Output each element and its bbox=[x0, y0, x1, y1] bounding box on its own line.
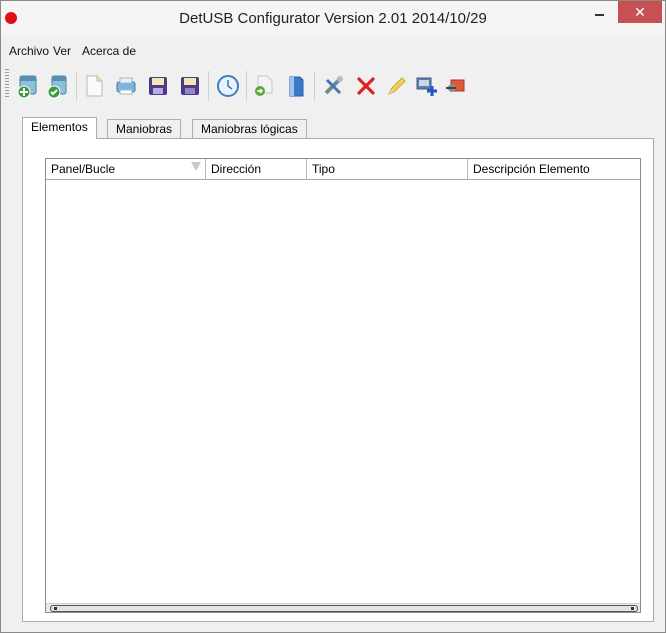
close-button[interactable]: ✕ bbox=[618, 1, 662, 23]
menu-ver[interactable]: Ver bbox=[53, 44, 71, 58]
column-header-panel-bucle[interactable]: Panel/Bucle bbox=[46, 159, 206, 179]
menu-acerca-de[interactable]: Acerca de bbox=[82, 44, 136, 58]
add-element-icon[interactable] bbox=[413, 73, 439, 99]
toolbar bbox=[1, 63, 665, 105]
save-icon[interactable] bbox=[145, 73, 171, 99]
save-as-icon[interactable] bbox=[177, 73, 203, 99]
new-file-icon[interactable] bbox=[81, 73, 107, 99]
connect-device-icon[interactable] bbox=[15, 73, 41, 99]
table-header: Panel/Bucle Dirección Tipo Descripción E… bbox=[46, 159, 640, 180]
menu-archivo[interactable]: Archivo bbox=[9, 44, 49, 58]
toolbar-grip[interactable] bbox=[5, 69, 9, 97]
edit-icon[interactable] bbox=[383, 73, 409, 99]
window-title: DetUSB Configurator Version 2.01 2014/10… bbox=[179, 10, 487, 27]
minimize-button[interactable] bbox=[585, 1, 613, 23]
menu-bar: Archivo Ver Acerca de bbox=[1, 38, 665, 60]
remove-element-icon[interactable] bbox=[443, 73, 469, 99]
tab-panel-elementos: Panel/Bucle Dirección Tipo Descripción E… bbox=[22, 138, 654, 622]
tab-elementos[interactable]: Elementos bbox=[22, 117, 97, 139]
tab-maniobras[interactable]: Maniobras bbox=[107, 119, 182, 138]
sort-indicator-icon bbox=[191, 162, 201, 171]
title-bar[interactable]: DetUSB Configurator Version 2.01 2014/10… bbox=[1, 1, 665, 37]
delete-icon[interactable] bbox=[353, 73, 379, 99]
column-header-tipo[interactable]: Tipo bbox=[307, 159, 468, 179]
elements-table[interactable]: Panel/Bucle Dirección Tipo Descripción E… bbox=[45, 158, 641, 613]
column-header-label: Panel/Bucle bbox=[51, 162, 116, 176]
toolbar-separator bbox=[208, 71, 209, 101]
send-icon[interactable] bbox=[251, 73, 277, 99]
disconnect-device-icon[interactable] bbox=[45, 73, 71, 99]
read-icon[interactable] bbox=[283, 73, 309, 99]
toolbar-separator bbox=[76, 71, 77, 101]
horizontal-scrollbar[interactable] bbox=[46, 603, 640, 612]
column-header-direccion[interactable]: Dirección bbox=[206, 159, 307, 179]
toolbar-separator bbox=[314, 71, 315, 101]
tab-maniobras-logicas[interactable]: Maniobras lógicas bbox=[192, 119, 307, 138]
tools-icon[interactable] bbox=[321, 73, 347, 99]
clock-icon[interactable] bbox=[215, 73, 241, 99]
column-header-descripcion[interactable]: Descripción Elemento bbox=[468, 159, 640, 179]
toolbar-separator bbox=[246, 71, 247, 101]
print-icon[interactable] bbox=[113, 73, 139, 99]
app-window: DetUSB Configurator Version 2.01 2014/10… bbox=[0, 0, 666, 633]
scrollbar-thumb[interactable] bbox=[50, 605, 638, 612]
